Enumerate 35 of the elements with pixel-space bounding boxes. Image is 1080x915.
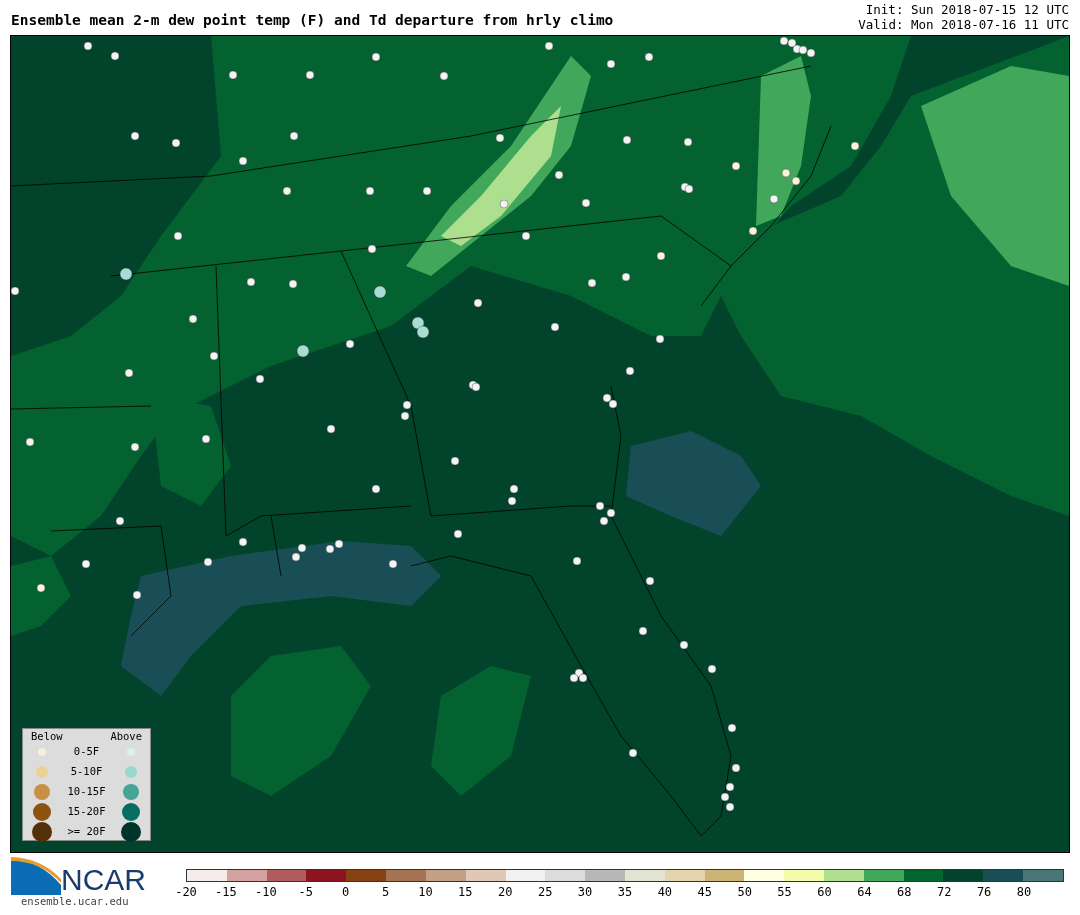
- logo-url: ensemble.ucar.edu: [21, 895, 130, 908]
- colorbar-tick-label: 45: [697, 885, 712, 899]
- colorbar-tick-label: 60: [817, 885, 832, 899]
- logo-swoosh-icon: [11, 855, 61, 895]
- colorbar-tick-label: -10: [254, 885, 277, 899]
- colorbar-tick-label: 68: [897, 885, 912, 899]
- valid-time: Valid: Mon 2018-07-16 11 UTC: [858, 17, 1069, 32]
- colorbar-tick-label: 5: [381, 885, 390, 899]
- colorbar-tick-label: 64: [857, 885, 872, 899]
- colorbar-tick-label: 15: [458, 885, 473, 899]
- colorbar-tick-label: -15: [215, 885, 237, 899]
- chart-title: Ensemble mean 2-m dew point temp (F) and Td departure from hrly climo: [11, 11, 614, 31]
- colorbar-tick-label: 30: [577, 885, 593, 899]
- colorbar-tick-label: 40: [657, 885, 673, 899]
- legend-label: 0-5F: [72, 744, 101, 760]
- colorbar-tick-label: 10: [418, 885, 433, 899]
- init-time: Init: Sun 2018-07-15 12 UTC: [865, 2, 1069, 17]
- colorbar-tick-label: 80: [1016, 885, 1032, 899]
- colorbar-tick-label: -5: [298, 885, 313, 899]
- colorbar-tick-label: 50: [737, 885, 752, 899]
- colorbar-tick-label: 76: [976, 885, 992, 899]
- colorbar-tick-label: 20: [498, 885, 513, 899]
- legend-label: >= 20F: [66, 824, 107, 840]
- legend-label: 5-10F: [69, 764, 104, 780]
- colorbar-tick-label: 72: [937, 885, 952, 899]
- colorbar-tick-label: 55: [777, 885, 792, 899]
- colorbar-tick-label: 35: [617, 885, 633, 899]
- logo-text: NCAR: [61, 865, 146, 895]
- colorbar-tick-label: 0: [342, 885, 350, 899]
- legend-heading: Above: [110, 730, 142, 742]
- colorbar-tick-label: -20: [175, 885, 197, 899]
- legend-label: 10-15F: [66, 784, 107, 800]
- colorbar-tick-label: 25: [537, 885, 553, 899]
- legend-heading: Below: [31, 730, 63, 742]
- legend-label: 15-20F: [66, 804, 107, 820]
